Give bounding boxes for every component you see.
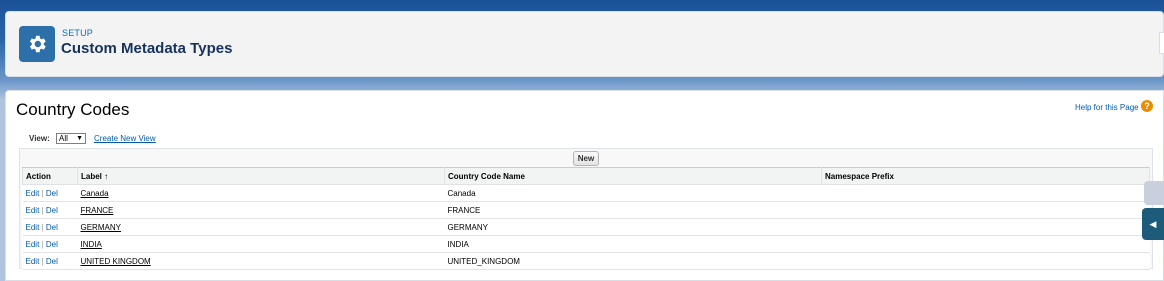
edit-link[interactable]: Edit [26,257,40,266]
row-country-code-name: GERMANY [444,218,822,236]
column-header-namespace-prefix[interactable]: Namespace Prefix [821,167,1150,185]
page-header-title: Custom Metadata Types [61,40,233,57]
edit-link[interactable]: Edit [26,223,40,232]
row-namespace-prefix [821,201,1150,219]
row-actions: Edit | Del [22,252,78,270]
new-button[interactable]: New [573,151,599,166]
del-link[interactable]: Del [46,257,58,266]
row-country-code-name: UNITED_KINGDOM [444,252,822,270]
chevron-left-icon: ◀ [1149,218,1157,229]
edit-link[interactable]: Edit [26,206,40,215]
del-link[interactable]: Del [46,189,58,198]
edit-link[interactable]: Edit [26,189,40,198]
del-link[interactable]: Del [46,240,58,249]
row-country-code-name: FRANCE [444,201,822,219]
column-header-action: Action [22,167,78,185]
page-title: Country Codes [16,100,130,119]
row-label-link[interactable]: INDIA [81,240,102,249]
expand-panel-button[interactable]: ◀ [1142,208,1164,240]
side-panel-tab[interactable] [1144,181,1164,205]
del-link[interactable]: Del [46,223,58,232]
column-header-label[interactable]: Label ↑ [77,167,445,185]
row-namespace-prefix [821,218,1150,236]
row-country-code-name: INDIA [444,235,822,253]
row-label-link[interactable]: FRANCE [81,206,114,215]
row-label-link[interactable]: UNITED KINGDOM [81,257,151,266]
view-select[interactable]: All ▼ [56,133,86,144]
table-row: Edit | Del INDIA INDIA [22,235,1150,253]
row-namespace-prefix [821,235,1150,253]
list-panel: New Action Label ↑ Country Code Name Nam… [19,148,1153,270]
column-header-country-code-name[interactable]: Country Code Name [444,167,822,185]
table-row: Edit | Del FRANCE FRANCE [22,201,1150,219]
row-actions: Edit | Del [22,218,78,236]
row-namespace-prefix [821,252,1150,270]
country-codes-table: Action Label ↑ Country Code Name Namespa… [22,167,1150,270]
help-icon[interactable]: ? [1141,100,1153,112]
edit-link[interactable]: Edit [26,240,40,249]
chevron-down-icon: ▼ [76,135,83,142]
row-label-link[interactable]: Canada [81,189,109,198]
del-link[interactable]: Del [46,206,58,215]
table-row: Edit | Del UNITED KINGDOM UNITED_KINGDOM [22,252,1150,270]
row-namespace-prefix [821,184,1150,202]
row-label-link[interactable]: GERMANY [81,223,121,232]
setup-header: SETUP Custom Metadata Types [5,11,1164,77]
setup-eyebrow: SETUP [62,28,94,38]
header-side-tab [1159,32,1164,54]
create-new-view-link[interactable]: Create New View [94,134,156,143]
row-actions: Edit | Del [22,201,78,219]
table-row: Edit | Del Canada Canada [22,184,1150,202]
view-label: View: [29,134,50,143]
row-actions: Edit | Del [22,235,78,253]
row-country-code-name: Canada [444,184,822,202]
row-actions: Edit | Del [22,184,78,202]
table-row: Edit | Del GERMANY GERMANY [22,218,1150,236]
table-header-row: Action Label ↑ Country Code Name Namespa… [22,167,1150,185]
gear-icon [19,26,55,62]
help-link[interactable]: Help for this Page [1075,103,1139,112]
main-content: Country Codes Help for this Page ? View:… [5,90,1164,281]
view-select-value: All [59,134,68,143]
